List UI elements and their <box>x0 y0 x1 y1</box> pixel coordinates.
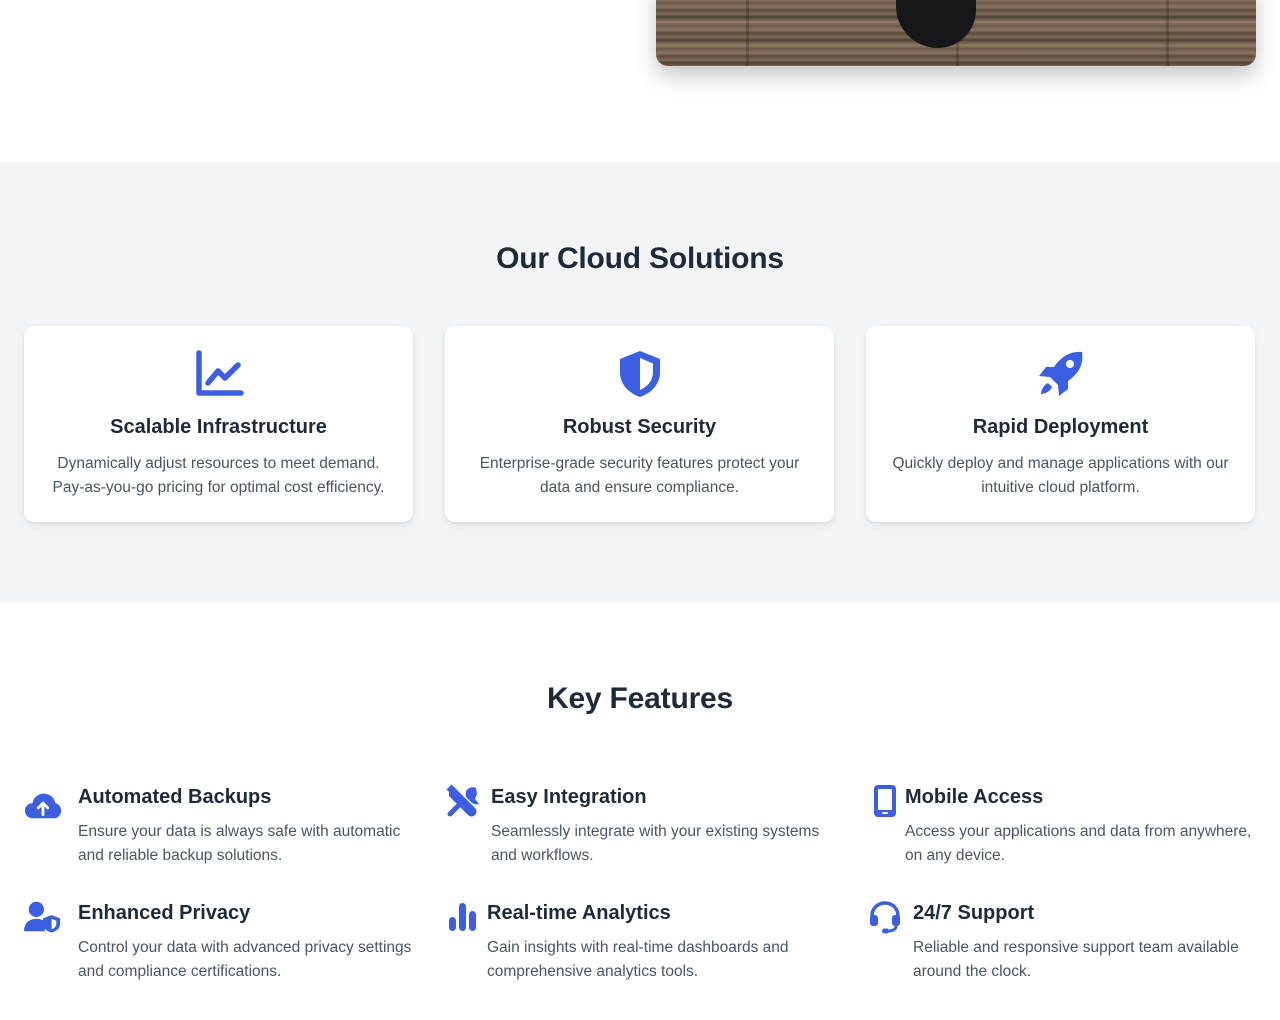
user-shield-icon <box>24 900 64 934</box>
shield-icon <box>445 350 834 398</box>
solutions-title: Our Cloud Solutions <box>496 242 784 275</box>
card-title: Rapid Deployment <box>972 416 1149 438</box>
feature-description: Access your applications and data from a… <box>905 823 1252 864</box>
cloud-solutions-section: Our Cloud Solutions Scalable Infrastruct… <box>0 162 1280 602</box>
rocket-icon <box>866 350 1255 398</box>
feature-mobile-access: Mobile Access Access your applications a… <box>866 784 1266 874</box>
feature-title: Mobile Access <box>905 786 1044 808</box>
solution-card-scalable-infrastructure: Scalable Infrastructure Dynamically adju… <box>24 326 413 522</box>
card-title: Scalable Infrastructure <box>110 416 327 438</box>
card-description: Quickly deploy and manage applications w… <box>892 455 1229 496</box>
feature-enhanced-privacy: Enhanced Privacy Control your data with … <box>24 900 424 990</box>
card-description: Enterprise-grade security features prote… <box>479 455 800 496</box>
bar-chart-icon <box>444 900 484 934</box>
card-title: Robust Security <box>562 416 717 438</box>
feature-description: Reliable and responsive support team ava… <box>913 939 1239 980</box>
chart-line-icon <box>24 350 413 398</box>
feature-easy-integration: Easy Integration Seamlessly integrate wi… <box>444 784 844 874</box>
feature-description: Control your data with advanced privacy … <box>78 939 412 980</box>
hero-image <box>656 0 1256 66</box>
feature-automated-backups: Automated Backups Ensure your data is al… <box>24 784 424 874</box>
feature-real-time-analytics: Real-time Analytics Gain insights with r… <box>444 900 844 990</box>
tools-icon <box>444 784 484 818</box>
feature-title: Real-time Analytics <box>487 902 671 924</box>
headset-icon <box>866 900 906 934</box>
feature-title: Enhanced Privacy <box>78 902 251 924</box>
features-title: Key Features <box>546 682 734 715</box>
cloud-upload-icon <box>24 788 64 822</box>
feature-description: Ensure your data is always safe with aut… <box>78 823 401 864</box>
feature-description: Seamlessly integrate with your existing … <box>491 823 820 864</box>
feature-description: Gain insights with real-time dashboards … <box>487 939 789 980</box>
solution-card-robust-security: Robust Security Enterprise-grade securit… <box>445 326 834 522</box>
hero-image-subject <box>896 0 976 48</box>
feature-title: Automated Backups <box>78 786 272 808</box>
solution-card-rapid-deployment: Rapid Deployment Quickly deploy and mana… <box>866 326 1255 522</box>
feature-24-7-support: 24/7 Support Reliable and responsive sup… <box>866 900 1266 990</box>
feature-title: 24/7 Support <box>913 902 1035 924</box>
mobile-icon <box>866 784 906 818</box>
feature-title: Easy Integration <box>491 786 647 808</box>
card-description: Dynamically adjust resources to meet dem… <box>52 455 385 496</box>
